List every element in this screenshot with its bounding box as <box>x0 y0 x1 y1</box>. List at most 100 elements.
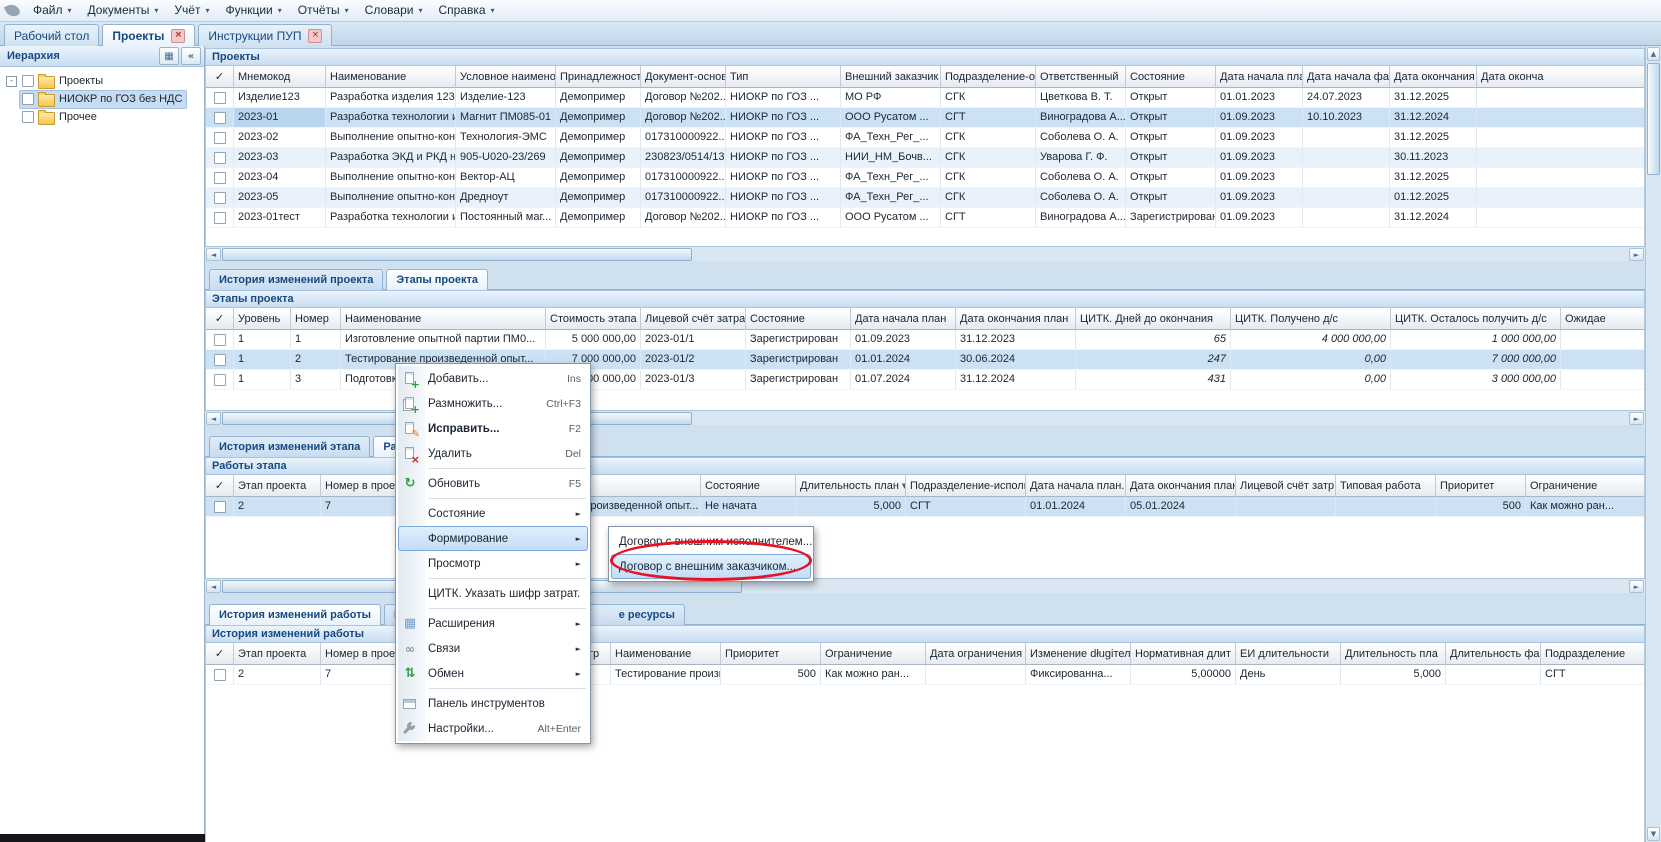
menubar-item[interactable]: Словари▾ <box>357 1 431 20</box>
column-header[interactable]: Мнемокод <box>234 66 326 88</box>
tree-collapse-icon[interactable]: - <box>6 76 17 87</box>
context-menu-item[interactable]: +Размножить...Ctrl+F3 <box>398 391 588 416</box>
table-row[interactable]: 2023-02Выполнение опытно-конс...Технолог… <box>206 128 1644 148</box>
row-checkbox[interactable] <box>214 334 226 346</box>
scroll-up-icon[interactable]: ▲ <box>1647 47 1660 61</box>
hierarchy-settings-icon[interactable]: ▦ <box>159 47 179 65</box>
column-header[interactable]: Документ-основан <box>641 66 726 88</box>
row-checkbox[interactable] <box>214 192 226 204</box>
column-header[interactable]: Дата начала план. <box>1216 66 1303 88</box>
table-row[interactable]: Изделие123Разработка изделия 123Изделие-… <box>206 88 1644 108</box>
menubar-item[interactable]: Учёт▾ <box>166 1 217 20</box>
column-header[interactable]: Длительность план▼ <box>796 475 906 497</box>
section-tab[interactable]: История изменений работы <box>209 604 381 625</box>
select-all-column-header[interactable]: ✓ <box>206 643 234 665</box>
context-menu-item[interactable]: ↻ОбновитьF5 <box>398 471 588 496</box>
main-vscrollbar[interactable]: ▲ ▼ <box>1645 46 1661 842</box>
menubar-item[interactable]: Документы▾ <box>80 1 167 20</box>
vscroll-thumb[interactable] <box>1647 63 1660 175</box>
tree-checkbox[interactable] <box>22 75 34 87</box>
column-header[interactable]: Дата окончания план <box>956 308 1076 330</box>
scroll-down-icon[interactable]: ▼ <box>1647 827 1660 841</box>
scroll-left-icon[interactable]: ◄ <box>206 580 221 593</box>
scroll-right-icon[interactable]: ► <box>1629 248 1644 261</box>
menubar-item[interactable]: Файл▾ <box>25 1 80 20</box>
context-menu-item[interactable]: Настройки...Alt+Enter <box>398 716 588 741</box>
menubar-item[interactable]: Справка▾ <box>430 1 502 20</box>
section-tab[interactable]: Этапы проекта <box>386 269 488 290</box>
column-header[interactable]: Номер в проекте <box>321 475 406 497</box>
column-header[interactable]: Дата начала план. <box>1026 475 1126 497</box>
context-menu-item[interactable]: Формирование► <box>398 526 588 551</box>
row-checkbox[interactable] <box>214 92 226 104</box>
row-checkbox[interactable] <box>214 212 226 224</box>
scroll-right-icon[interactable]: ► <box>1629 412 1644 425</box>
column-header[interactable]: Длительность пла <box>1341 643 1446 665</box>
select-all-column-header[interactable]: ✓ <box>206 66 234 88</box>
menubar-item[interactable]: Отчёты▾ <box>290 1 357 20</box>
context-menu-item[interactable]: +Добавить...Ins <box>398 366 588 391</box>
column-header[interactable]: Уровень <box>234 308 291 330</box>
row-checkbox[interactable] <box>214 374 226 386</box>
column-header[interactable]: Стоимость этапа <box>546 308 641 330</box>
column-header[interactable]: Дата начала план <box>851 308 956 330</box>
column-header[interactable]: Ответственный <box>1036 66 1126 88</box>
column-header[interactable]: Дата ограничения <box>926 643 1026 665</box>
section-tab[interactable]: История изменений проекта <box>209 269 383 290</box>
column-header[interactable]: ЦИТК. Получено д/с <box>1231 308 1391 330</box>
collapse-panel-icon[interactable]: « <box>181 47 201 65</box>
column-header[interactable]: Внешний заказчик <box>841 66 941 88</box>
column-header[interactable]: Лицевой счёт затр <box>1236 475 1336 497</box>
column-header[interactable]: Дата окончания план <box>1126 475 1236 497</box>
scroll-right-icon[interactable]: ► <box>1629 580 1644 593</box>
column-header[interactable]: Номер в проек... <box>321 643 406 665</box>
context-menu-item[interactable]: ЦИТК. Указать шифр затрат... <box>398 581 588 606</box>
column-header[interactable]: Приоритет <box>721 643 821 665</box>
section-tab[interactable]: История изменений этапа <box>209 436 370 457</box>
select-all-column-header[interactable]: ✓ <box>206 308 234 330</box>
row-checkbox[interactable] <box>214 112 226 124</box>
table-row[interactable]: 11Изготовление опытной партии ПМ0...5 00… <box>206 330 1644 350</box>
column-header[interactable]: Дата оконча <box>1477 66 1645 88</box>
column-header[interactable]: Длительность фак <box>1446 643 1541 665</box>
row-checkbox[interactable] <box>214 172 226 184</box>
column-header[interactable]: Наименование <box>341 308 546 330</box>
tree-node[interactable]: -Проекты <box>2 72 202 90</box>
table-row[interactable]: 2023-04Выполнение опытно-конс...Вектор-А… <box>206 168 1644 188</box>
select-all-column-header[interactable]: ✓ <box>206 475 234 497</box>
row-checkbox[interactable] <box>214 669 226 681</box>
row-checkbox[interactable] <box>214 132 226 144</box>
context-menu-item[interactable]: Панель инструментов <box>398 691 588 716</box>
tab-close-icon[interactable]: × <box>171 29 185 43</box>
tree-node[interactable]: Прочее <box>2 108 202 126</box>
column-header[interactable]: ЦИТК. Осталось получить д/с <box>1391 308 1561 330</box>
column-header[interactable]: Состояние <box>1126 66 1216 88</box>
context-menu-item[interactable]: ⇅Обмен► <box>398 661 588 686</box>
column-header[interactable]: Подразделение <box>1541 643 1645 665</box>
column-header[interactable]: Подразделение-от <box>941 66 1036 88</box>
column-header[interactable]: ЦИТК. Дней до окончания <box>1076 308 1231 330</box>
table-row[interactable]: 2023-01тестРазработка технологии и...Пос… <box>206 208 1644 228</box>
table-row[interactable]: 2023-03Разработка ЭКД и РКД н...905-U020… <box>206 148 1644 168</box>
column-header[interactable]: Тип <box>726 66 841 88</box>
context-menu-item[interactable]: ✎Исправить...F2 <box>398 416 588 441</box>
column-header[interactable]: Подразделение-исполнитель. <box>906 475 1026 497</box>
row-checkbox[interactable] <box>214 152 226 164</box>
column-header[interactable]: Нормативная длит <box>1131 643 1236 665</box>
tab-close-icon[interactable]: × <box>308 29 322 43</box>
column-header[interactable]: Номер <box>291 308 341 330</box>
column-header[interactable]: Ограничение <box>821 643 926 665</box>
main-tab[interactable]: Инструкции ПУП× <box>198 24 332 46</box>
tree-node[interactable]: НИОКР по ГОЗ без НДС <box>2 90 202 108</box>
row-checkbox[interactable] <box>214 501 226 513</box>
tree-checkbox[interactable] <box>22 93 34 105</box>
table-row[interactable]: 2023-01Разработка технологии и...Магнит … <box>206 108 1644 128</box>
menubar-item[interactable]: Функции▾ <box>217 1 289 20</box>
main-tab[interactable]: Рабочий стол <box>4 24 99 46</box>
column-header[interactable]: Наименование <box>611 643 721 665</box>
column-header[interactable]: Дата начала факт. <box>1303 66 1390 88</box>
table-row[interactable]: 2023-05Выполнение опытно-конс...Дредноут… <box>206 188 1644 208</box>
column-header[interactable]: Лицевой счёт затрат <box>641 308 746 330</box>
row-checkbox[interactable] <box>214 354 226 366</box>
column-header[interactable]: Приоритет <box>1436 475 1526 497</box>
